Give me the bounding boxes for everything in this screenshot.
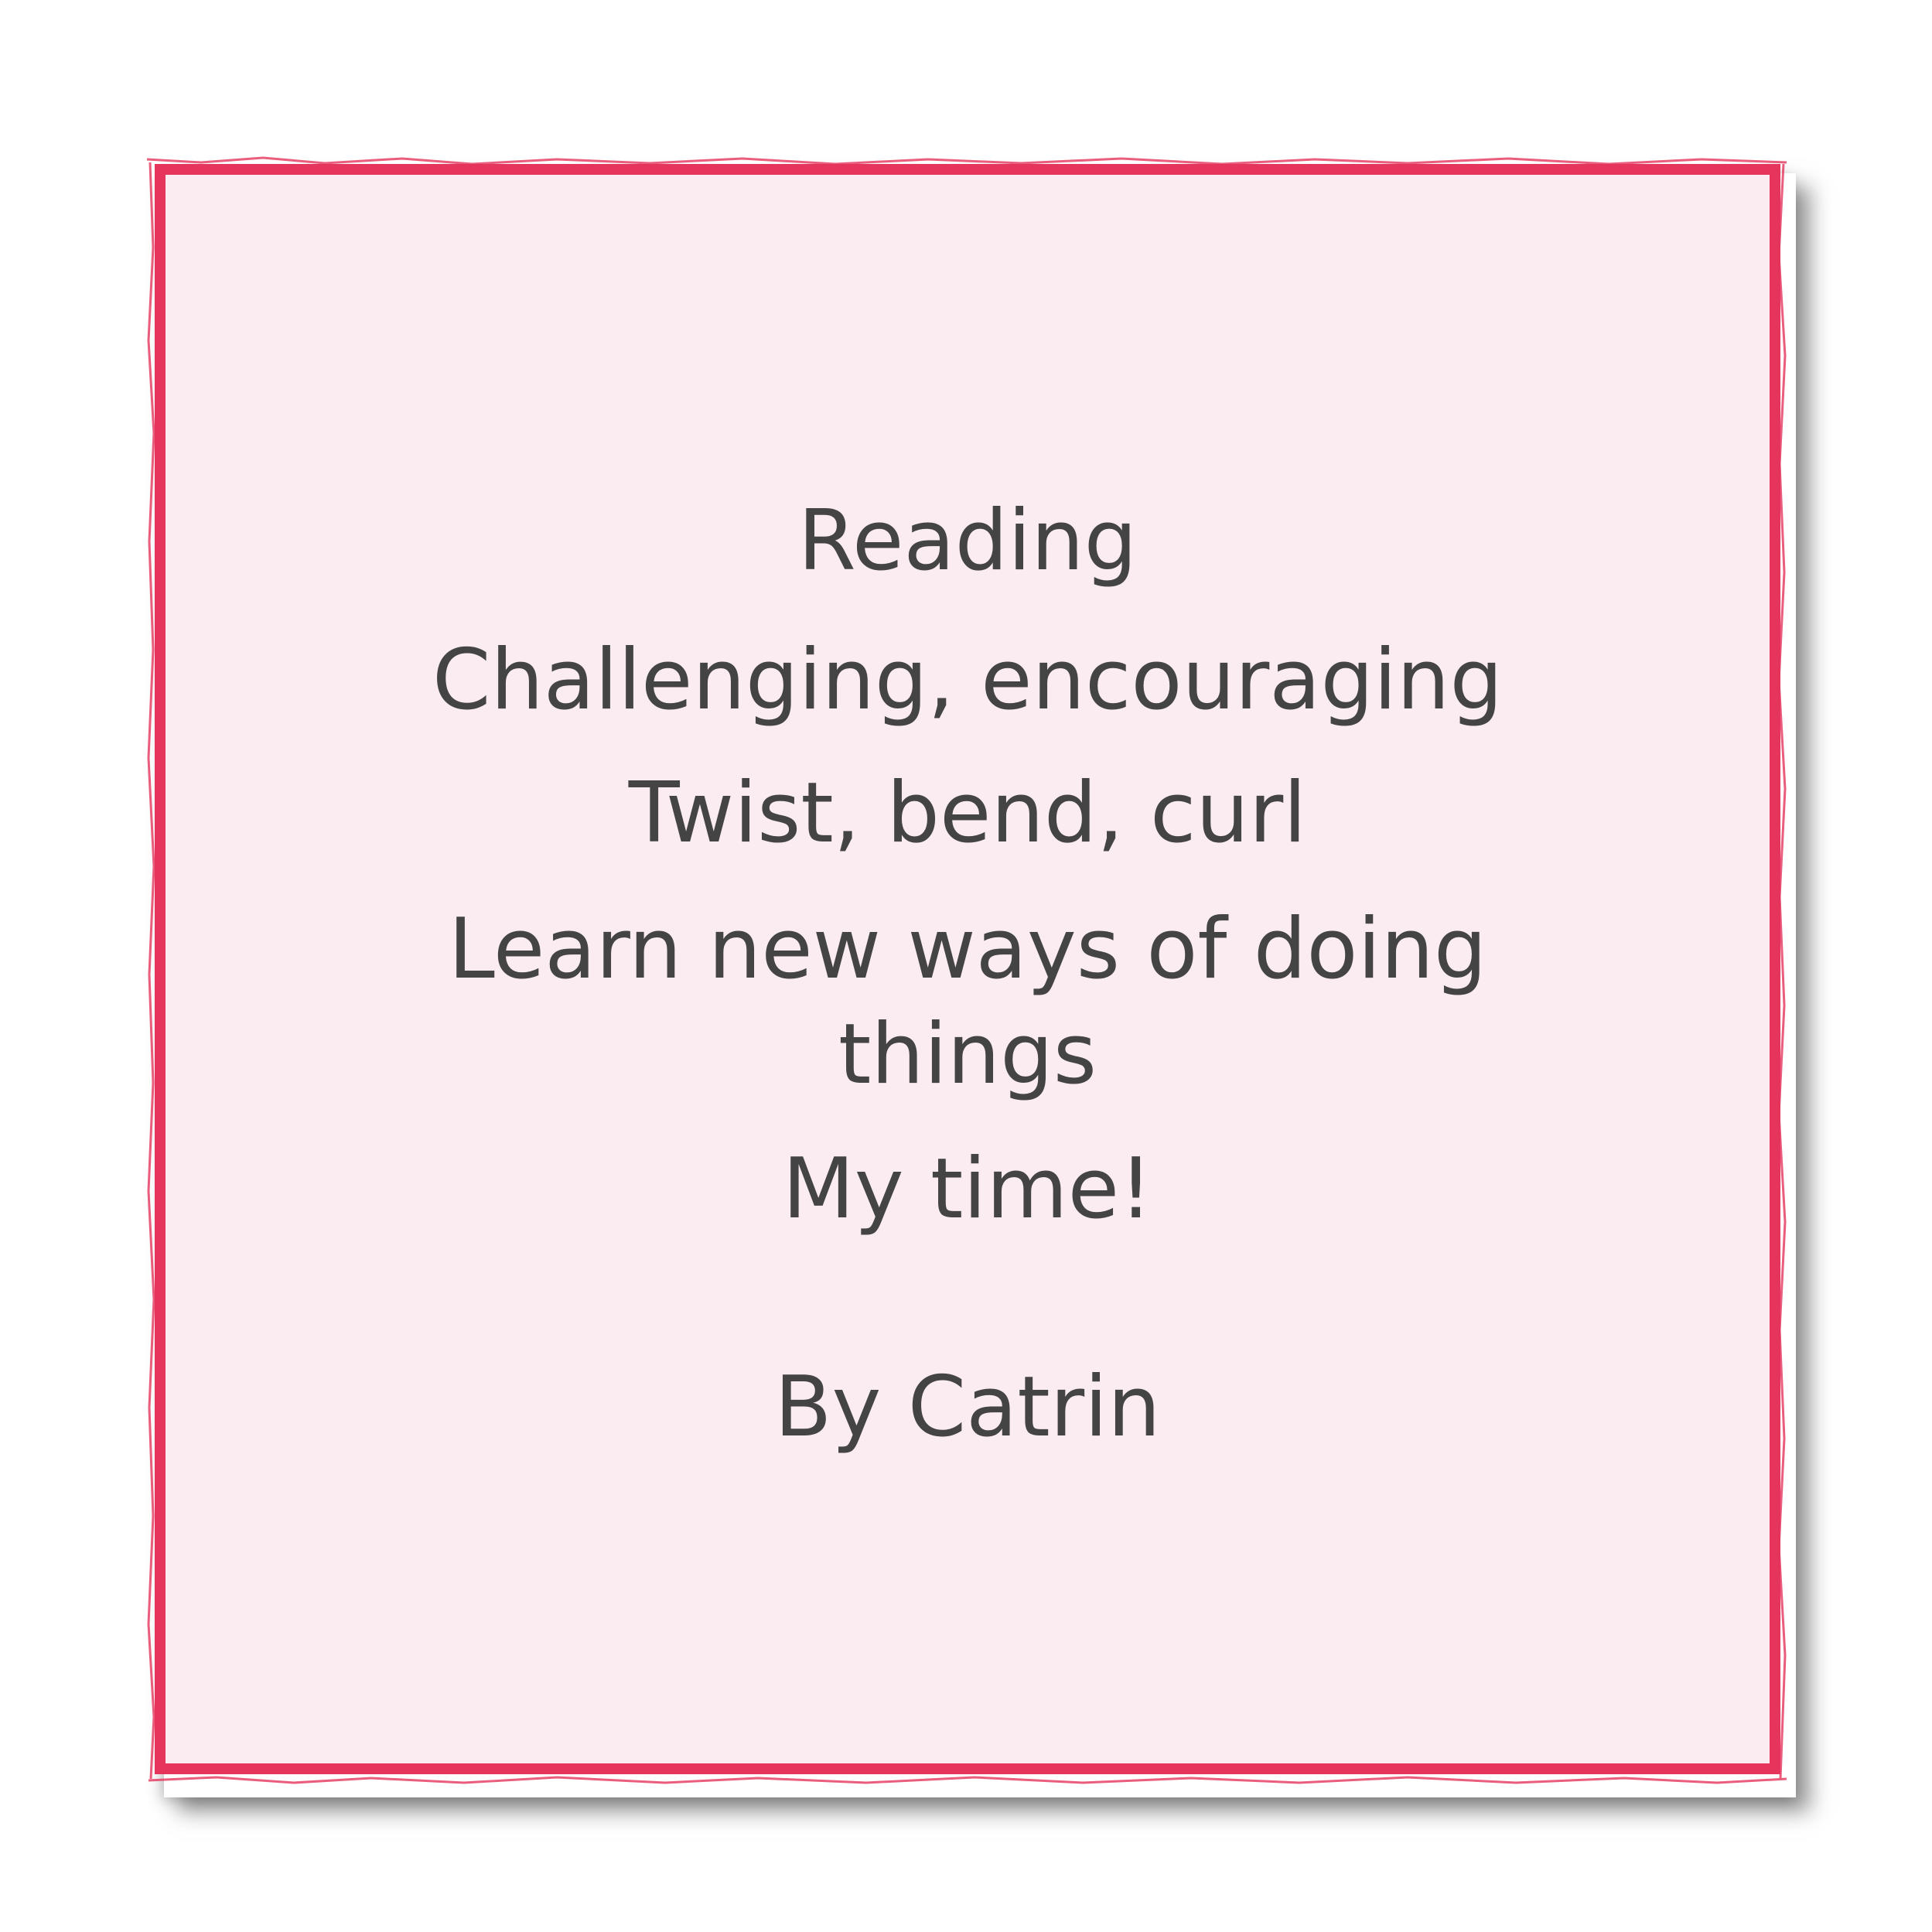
poem-line-6: My time! (782, 1141, 1153, 1237)
poem-line-1: Reading (797, 493, 1138, 589)
poem-line-4: Learn new ways of doing (448, 901, 1487, 998)
poem-author: By Catrin (774, 1359, 1161, 1456)
poem-text-block: Reading Challenging, encouraging Twist, … (166, 175, 1770, 1763)
poem-line-2: Challenging, encouraging (432, 632, 1504, 729)
poem-line-5: things (838, 1006, 1097, 1103)
poem-line-3: Twist, bend, curl (628, 765, 1307, 862)
